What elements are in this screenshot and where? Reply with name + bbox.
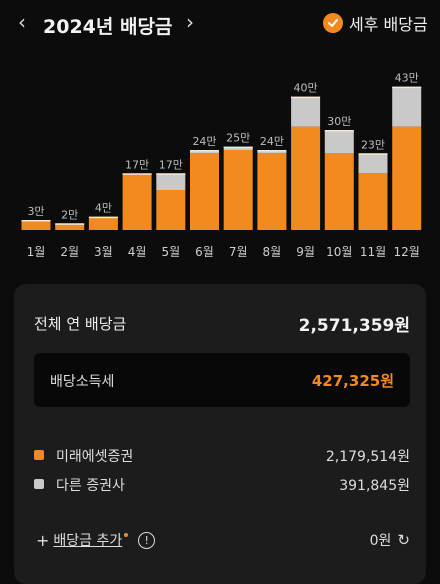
check-icon [323, 13, 343, 33]
data-label: 3만 [27, 205, 44, 218]
legend-swatch-mirae [34, 450, 44, 460]
bar-top-line [223, 146, 253, 149]
x-tick-label: 4월 [128, 245, 147, 259]
x-tick-label: 11월 [360, 245, 386, 259]
x-tick-label: 8월 [263, 245, 282, 259]
bar-mirae [156, 190, 186, 230]
bar-top-line [122, 173, 152, 175]
broker-value: 2,179,514원 [325, 449, 410, 465]
bar-top-line [291, 96, 321, 99]
broker-row-mirae: 미래에셋증권 2,179,514원 [34, 445, 410, 467]
bar-top-line [324, 130, 354, 132]
info-icon[interactable]: ! [138, 531, 156, 549]
bar-top-line [190, 150, 219, 152]
add-dividend-label: 배당금 추가 [53, 533, 123, 549]
bar-mirae [358, 173, 388, 230]
bar-other [392, 86, 422, 127]
bar-top-line [21, 220, 51, 222]
x-tick-label: 10월 [326, 245, 352, 259]
x-tick-label: 1월 [27, 245, 46, 259]
x-tick-label: 5월 [161, 245, 180, 259]
broker-name: 다른 증권사 [56, 478, 125, 494]
bar-mirae [190, 153, 219, 230]
chevron-left-icon[interactable]: ‹ [18, 10, 26, 34]
data-label: 25만 [226, 132, 250, 145]
header: ‹ 2024년 배당금 › 세후 배당금 [0, 0, 440, 48]
monthly-dividend-chart: 3만 1월 2만 2월 4만 3월 17만 4월 17만 5월 24만 6월 25만 7월 24만 8월 40만… [21, 72, 422, 259]
after-tax-toggle[interactable]: 세후 배당금 [323, 11, 428, 35]
total-dividend-label: 전체 연 배당금 [34, 315, 127, 333]
bar-mirae [291, 126, 321, 230]
chevron-right-icon[interactable]: › [186, 10, 194, 34]
bar-top-line [156, 173, 186, 175]
bar-top-line [257, 150, 287, 152]
x-tick-label: 7월 [229, 245, 248, 259]
refresh-icon: ↻ [397, 531, 410, 549]
x-tick-label: 9월 [296, 245, 315, 259]
add-dividend-button[interactable]: + 배당금 추가 ! [36, 530, 156, 550]
bar-mirae [324, 153, 354, 230]
data-label: 24만 [192, 135, 216, 148]
bar-other [324, 130, 354, 154]
bar-other [291, 96, 321, 127]
bar-top-line [88, 216, 118, 219]
x-tick-label: 6월 [195, 245, 214, 259]
bar-top-line [392, 86, 422, 89]
after-tax-label: 세후 배당금 [349, 15, 428, 34]
legend-swatch-other [34, 479, 44, 489]
new-dot-badge [124, 533, 129, 537]
data-label: 17만 [125, 158, 149, 171]
broker-name: 미래에셋증권 [56, 449, 134, 465]
total-dividend-value: 2,571,359원 [298, 316, 410, 336]
bar-mirae [122, 173, 152, 230]
bar-top-line [55, 223, 85, 225]
dividend-tax-value: 427,325원 [311, 372, 394, 390]
data-label: 2만 [61, 208, 78, 221]
bar-top-line [358, 153, 388, 155]
refresh-button[interactable]: 0원 ↻ [370, 530, 410, 550]
bar-mirae [257, 153, 287, 230]
data-label: 17만 [159, 158, 183, 171]
x-tick-label: 12월 [394, 245, 420, 259]
bar-other [156, 173, 186, 190]
data-label: 30만 [327, 115, 351, 128]
x-tick-label: 3월 [94, 245, 113, 259]
bar-mirae [392, 126, 422, 230]
broker-value: 391,845원 [339, 478, 410, 494]
dividend-tax-box: 배당소득세 427,325원 [34, 353, 410, 407]
bar-mirae [223, 150, 253, 230]
bar-mirae [88, 216, 118, 230]
data-label: 4만 [95, 202, 112, 215]
broker-row-other: 다른 증권사 391,845원 [34, 474, 410, 496]
data-label: 40만 [294, 82, 318, 95]
data-label: 23만 [361, 138, 385, 151]
page-title: 2024년 배당금 [43, 16, 173, 38]
plus-icon: + [36, 530, 50, 550]
x-tick-label: 2월 [60, 245, 79, 259]
added-dividend-value: 0원 [369, 533, 392, 549]
dividend-tax-label: 배당소득세 [50, 374, 115, 390]
data-label: 24만 [260, 135, 284, 148]
summary-panel: 전체 연 배당금 2,571,359원 배당소득세 427,325원 미래에셋증… [14, 284, 426, 584]
data-label: 43만 [395, 72, 419, 85]
bar-other [358, 153, 388, 174]
